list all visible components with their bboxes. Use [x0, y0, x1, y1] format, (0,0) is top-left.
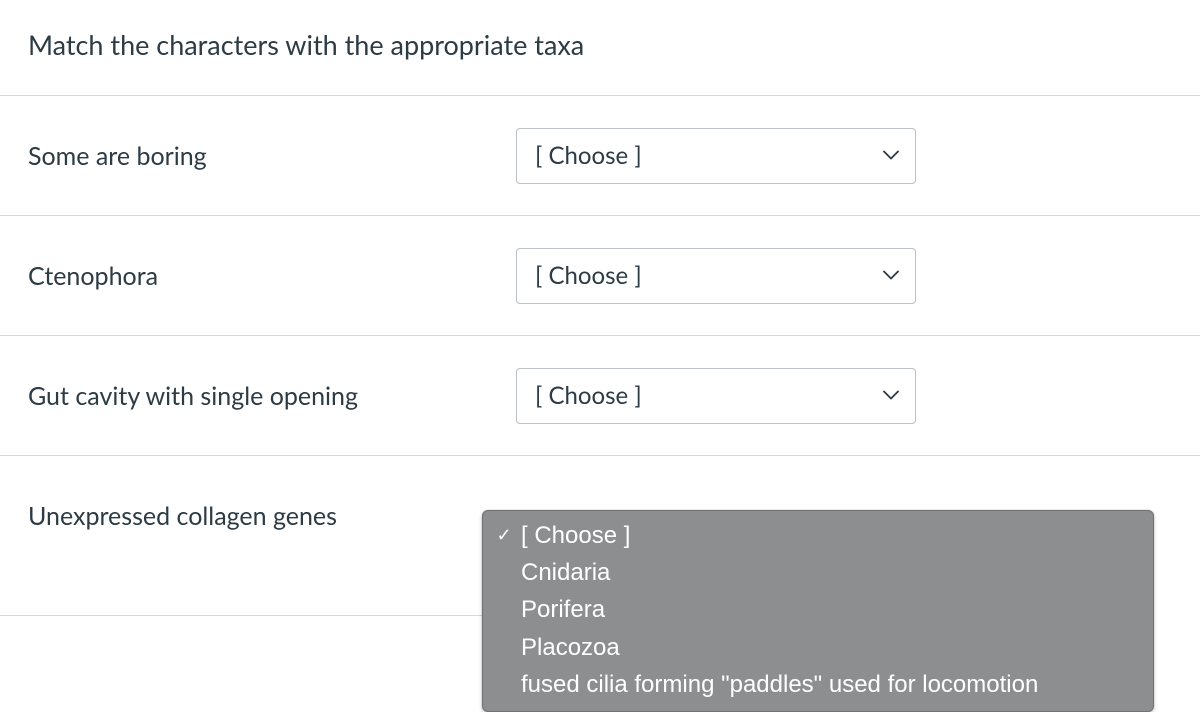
chevron-down-icon: [883, 390, 899, 400]
answer-select[interactable]: [ Choose ]: [516, 248, 916, 304]
match-prompt: Ctenophora: [28, 261, 516, 291]
dropdown-option[interactable]: Cnidaria: [483, 554, 1153, 591]
dropdown-option[interactable]: fused cilia forming "paddles" used for l…: [483, 666, 1153, 703]
dropdown-option[interactable]: [ Choose ]: [483, 517, 1153, 554]
match-prompt: Some are boring: [28, 141, 516, 171]
select-wrap: [ Choose ]: [516, 128, 916, 184]
match-row: Ctenophora [ Choose ]: [0, 215, 1200, 335]
dropdown-option-label: [ Choose ]: [521, 520, 630, 551]
select-wrap: [ Choose ]: [516, 248, 916, 304]
answer-dropdown-menu: [ Choose ] Cnidaria Porifera Placozoa fu…: [482, 510, 1154, 712]
question-text: Match the characters with the appropriat…: [0, 0, 1200, 95]
dropdown-option-label: Porifera: [521, 594, 605, 625]
select-value: [ Choose ]: [535, 261, 642, 290]
dropdown-option-label: Cnidaria: [521, 557, 610, 588]
match-prompt: Unexpressed collagen genes: [28, 501, 516, 531]
answer-select[interactable]: [ Choose ]: [516, 368, 916, 424]
chevron-down-icon: [883, 150, 899, 160]
select-value: [ Choose ]: [535, 381, 642, 410]
answer-select[interactable]: [ Choose ]: [516, 128, 916, 184]
select-wrap: [ Choose ]: [516, 368, 916, 424]
match-prompt: Gut cavity with single opening: [28, 381, 516, 411]
dropdown-option[interactable]: Porifera: [483, 591, 1153, 628]
check-icon: [493, 524, 515, 547]
dropdown-option[interactable]: Placozoa: [483, 629, 1153, 666]
dropdown-option-label: fused cilia forming "paddles" used for l…: [521, 669, 1038, 700]
chevron-down-icon: [883, 270, 899, 280]
dropdown-option-label: Placozoa: [521, 632, 620, 663]
divider: [0, 615, 484, 616]
match-row: Some are boring [ Choose ]: [0, 95, 1200, 215]
select-value: [ Choose ]: [535, 141, 642, 170]
match-row: Gut cavity with single opening [ Choose …: [0, 335, 1200, 455]
